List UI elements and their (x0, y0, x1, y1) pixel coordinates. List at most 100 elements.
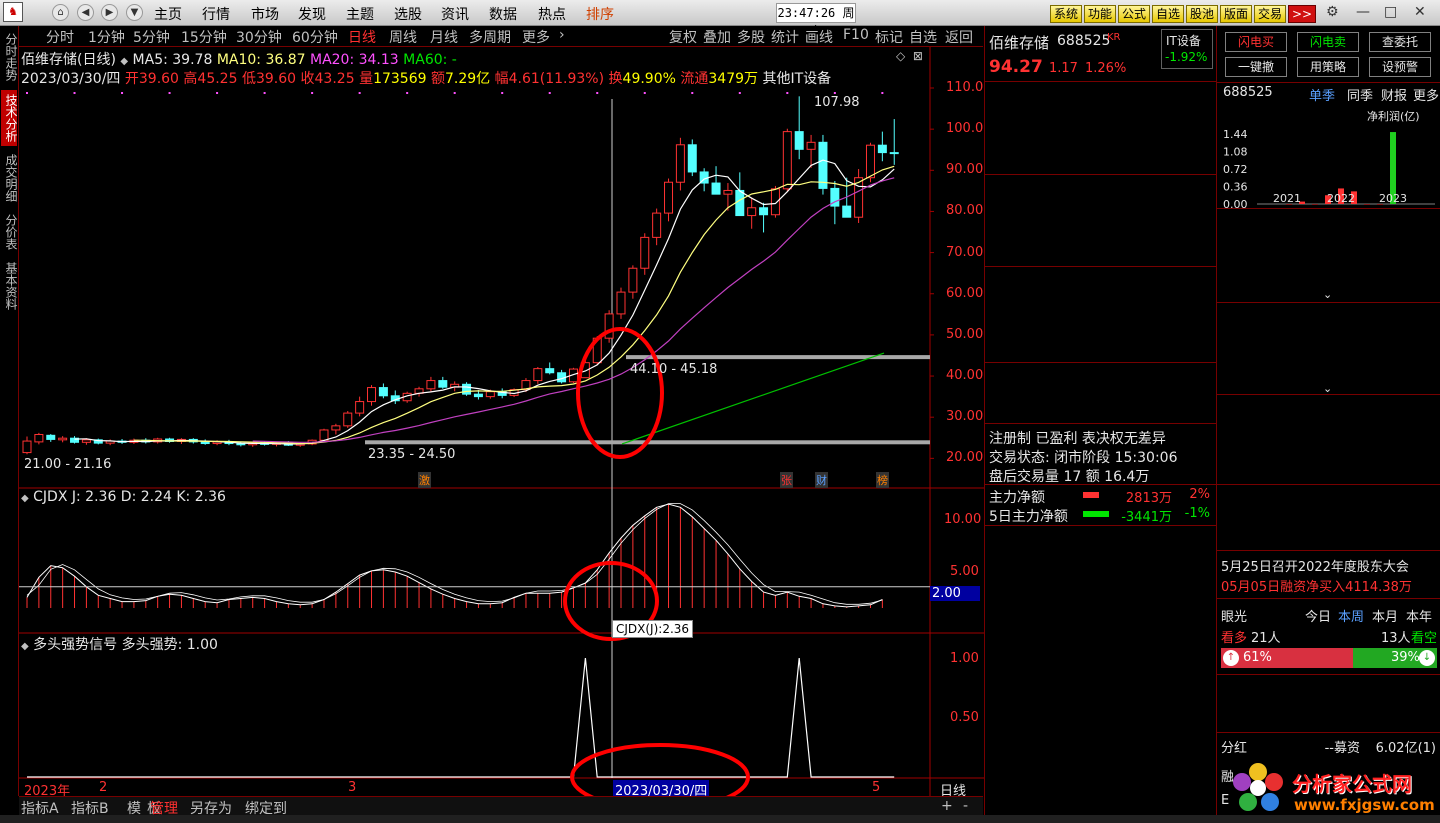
period-60min[interactable]: 60分钟 (292, 27, 338, 47)
kline-chart[interactable] (19, 47, 984, 796)
period-1min[interactable]: 1分钟 (88, 27, 125, 47)
tool-back[interactable]: 返回 (945, 27, 973, 47)
back-icon[interactable]: ◀ (77, 4, 94, 21)
watermark-title: 分析家公式网 (1292, 772, 1412, 796)
low-label: 低 (241, 71, 256, 87)
app-logo: ♞ (3, 2, 23, 22)
tab-same-quarter[interactable]: 同季 (1347, 85, 1373, 104)
menu-quote[interactable]: 行情 (202, 4, 230, 24)
period-intraday[interactable]: 分时 (46, 27, 74, 47)
profit-bar (1312, 204, 1318, 205)
stock-title: 佰维存储(日线) (21, 52, 116, 68)
ma-toggle-icon[interactable]: ◆ (120, 56, 128, 67)
news-margin[interactable]: 05月05日融资净买入4114.38万 (1221, 576, 1412, 595)
tab-intraday[interactable]: 分时走势 (1, 28, 18, 86)
ind2-toggle-icon[interactable]: ◆ (21, 641, 29, 652)
expand-chevron-1[interactable]: ⌄ (1323, 288, 1332, 301)
diamond-icon[interactable]: ◇ (896, 49, 905, 63)
candle-body (367, 387, 377, 403)
eye-tab-month[interactable]: 本月 (1372, 606, 1398, 625)
use-strategy-button[interactable]: 用策略 (1297, 57, 1359, 77)
maximize-icon[interactable]: □ (1384, 4, 1397, 20)
more-button[interactable]: >> (1288, 5, 1316, 23)
tool-mark[interactable]: 标记 (875, 27, 903, 47)
set-alert-button[interactable]: 设预警 (1369, 57, 1431, 77)
candle-body (81, 439, 91, 443)
close-value: 43.25 (314, 71, 355, 87)
box-line-upper (626, 355, 930, 360)
tool-draw[interactable]: 画线 (805, 27, 833, 47)
period-more[interactable]: 更多 (522, 27, 550, 47)
home-icon[interactable]: ⌂ (52, 4, 69, 21)
period-monthly[interactable]: 月线 (430, 27, 458, 47)
menu-stockpick[interactable]: 选股 (394, 4, 422, 24)
tool-overlay[interactable]: 叠加 (703, 27, 731, 47)
price-axis-label: 90.00 (946, 162, 984, 178)
zoom-out-button[interactable]: - (963, 798, 968, 814)
menu-sort[interactable]: 排序 (586, 4, 614, 24)
menu-home[interactable]: 主页 (154, 4, 182, 24)
low-value: 39.60 (255, 71, 297, 87)
tool-stats[interactable]: 统计 (771, 27, 799, 47)
period-multi[interactable]: 多周期 (469, 27, 511, 47)
marker-dot (263, 92, 266, 94)
tab-basic-info[interactable]: 基本资料 (1, 258, 18, 314)
tab-transactions[interactable]: 成交明细 (1, 150, 18, 206)
period-15min[interactable]: 15分钟 (181, 27, 227, 47)
menu-data[interactable]: 数据 (489, 4, 517, 24)
trade-button[interactable]: 交易 (1254, 5, 1286, 23)
main5-value: -3441万 (1121, 510, 1172, 525)
tab-technical[interactable]: 技术分析 (1, 90, 18, 146)
news-meeting[interactable]: 5月25日召开2022年度股东大会 (1221, 556, 1409, 575)
marker-dot (881, 92, 884, 94)
menu-theme[interactable]: 主题 (346, 4, 374, 24)
forward-icon[interactable]: ▶ (101, 4, 118, 21)
function-button[interactable]: 功能 (1084, 5, 1116, 23)
tool-f10[interactable]: F10 (843, 27, 869, 43)
marker-dot (453, 92, 456, 94)
check-orders-button[interactable]: 查委托 (1369, 32, 1431, 52)
system-button[interactable]: 系统 (1050, 5, 1082, 23)
dropdown-icon[interactable]: ▼ (126, 4, 143, 21)
tool-watchlist[interactable]: 自选 (909, 27, 937, 47)
marker-cai[interactable]: 财 (815, 472, 828, 488)
watchlist-button[interactable]: 自选 (1152, 5, 1184, 23)
menu-discover[interactable]: 发现 (298, 4, 326, 24)
menu-news[interactable]: 资讯 (441, 4, 469, 24)
eye-tab-week[interactable]: 本周 (1338, 606, 1364, 625)
eye-tab-year[interactable]: 本年 (1406, 606, 1432, 625)
zoom-in-button[interactable]: + (941, 798, 953, 814)
tab-report[interactable]: 财报 (1381, 85, 1407, 104)
menu-market[interactable]: 市场 (251, 4, 279, 24)
flash-sell-button[interactable]: 闪电卖 (1297, 32, 1359, 52)
eye-tab-today[interactable]: 今日 (1305, 606, 1331, 625)
minimize-icon[interactable]: — (1356, 4, 1370, 20)
settings-icon[interactable]: ⚙ (1326, 4, 1339, 20)
period-daily[interactable]: 日线 (348, 27, 376, 47)
tool-adjust[interactable]: 复权 (669, 27, 697, 47)
close-panel-icon[interactable]: ⊠ (913, 49, 923, 63)
cancel-all-button[interactable]: 一键撤 (1225, 57, 1287, 77)
marker-ji[interactable]: 激 (418, 472, 431, 488)
stockpool-button[interactable]: 股池 (1186, 5, 1218, 23)
layout-button[interactable]: 版面 (1220, 5, 1252, 23)
tab-price-distribution[interactable]: 分价表 (1, 210, 18, 254)
tab-more-fund[interactable]: 更多 (1413, 85, 1439, 104)
period-weekly[interactable]: 周线 (389, 27, 417, 47)
period-5min[interactable]: 5分钟 (133, 27, 170, 47)
marker-bang[interactable]: 榜 (876, 472, 889, 488)
period-30min[interactable]: 30分钟 (236, 27, 282, 47)
ind1-toggle-icon[interactable]: ◆ (21, 493, 29, 504)
flash-buy-button[interactable]: 闪电买 (1225, 32, 1287, 52)
tab-single-quarter[interactable]: 单季 (1309, 85, 1335, 104)
candle-body (545, 368, 555, 374)
chevron-right-icon[interactable]: › (559, 27, 565, 43)
marker-zhang[interactable]: 张 (780, 472, 793, 488)
tool-multistock[interactable]: 多股 (737, 27, 765, 47)
menu-hot[interactable]: 热点 (538, 4, 566, 24)
industry-box[interactable]: IT设备 -1.92% (1161, 29, 1213, 69)
formula-button[interactable]: 公式 (1118, 5, 1150, 23)
quote-chg: 1.17 (1049, 61, 1078, 76)
close-icon[interactable]: ✕ (1414, 4, 1426, 20)
bar-info-line: 2023/03/30/四 开39.60 高45.25 低39.60 收43.25… (21, 68, 831, 88)
